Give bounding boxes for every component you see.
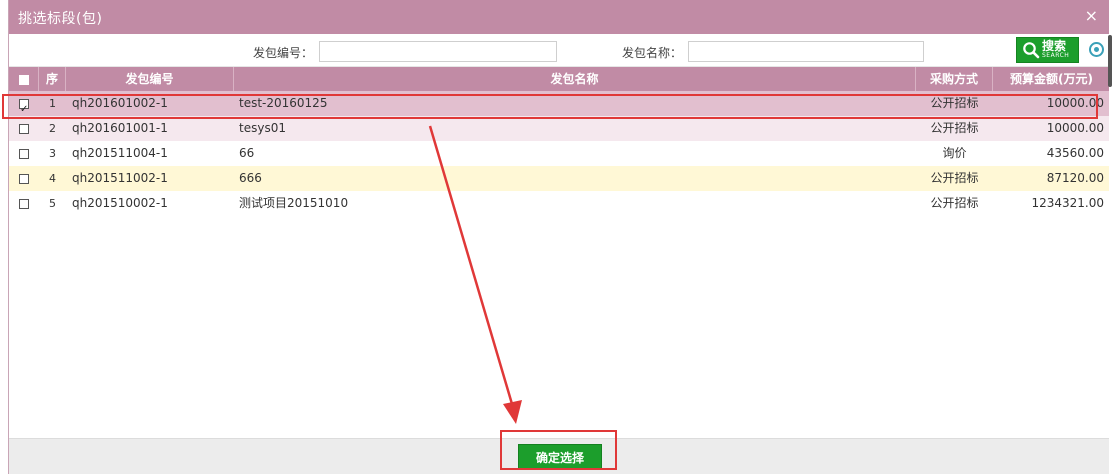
confirm-selection-button[interactable]: 确定选择 <box>518 444 602 470</box>
row-no: 2 <box>49 122 56 135</box>
row-method: 公开招标 <box>930 171 979 185</box>
grid-body: 1 qh201601002-1 test-20160125 公开招标 10000… <box>9 91 1109 216</box>
dialog-titlebar: 挑选标段(包) × <box>9 0 1109 34</box>
row-name: 66 <box>239 146 255 160</box>
row-method: 询价 <box>942 146 967 160</box>
row-code: qh201601002-1 <box>72 96 168 110</box>
package-name-input[interactable] <box>688 41 924 62</box>
row-checkbox-cell <box>19 91 33 122</box>
search-icon <box>1023 42 1040 59</box>
table-row[interactable]: 1 qh201601002-1 test-20160125 公开招标 10000… <box>9 91 1109 122</box>
row-checkbox-cell <box>19 141 33 166</box>
row-code: qh201510002-1 <box>72 196 168 210</box>
dialog-title: 挑选标段(包) <box>18 11 103 27</box>
table-row[interactable]: 2 qh201601001-1 tesys01 公开招标 10000.00 <box>9 116 1109 141</box>
scrollbar-handle[interactable] <box>1108 35 1112 87</box>
row-code: qh201511002-1 <box>72 171 168 185</box>
package-name-label: 发包名称： <box>622 46 683 60</box>
search-button-sublabel: SEARCH <box>1042 52 1070 59</box>
row-checkbox-cell <box>19 191 33 216</box>
row-code: qh201511004-1 <box>72 146 168 160</box>
row-checkbox[interactable] <box>19 173 29 184</box>
row-checkbox[interactable] <box>19 123 29 134</box>
col-header-method: 采购方式 <box>916 67 993 91</box>
col-header-amount: 预算金额(万元) <box>1010 72 1093 86</box>
col-header-code: 发包编号 <box>66 67 234 91</box>
select-all-cell <box>9 67 39 91</box>
locate-target-icon[interactable] <box>1089 42 1104 57</box>
row-amount: 10000.00 <box>1046 121 1104 135</box>
table-row[interactable]: 5 qh201510002-1 测试项目20151010 公开招标 123432… <box>9 191 1109 216</box>
row-amount: 87120.00 <box>1046 171 1104 185</box>
row-name: tesys01 <box>239 121 286 135</box>
row-no: 5 <box>49 197 56 210</box>
row-checkbox-cell <box>19 166 33 191</box>
close-icon[interactable]: × <box>1085 6 1098 26</box>
row-method: 公开招标 <box>930 121 979 135</box>
dialog-footer: 确定选择 <box>9 438 1109 474</box>
row-method: 公开招标 <box>930 196 979 210</box>
search-bar: 发包编号： 发包名称： 搜索 SEARCH <box>9 34 1109 67</box>
row-checkbox[interactable] <box>19 97 29 122</box>
row-code: qh201601001-1 <box>72 121 168 135</box>
package-code-input[interactable] <box>319 41 557 62</box>
row-amount: 43560.00 <box>1046 146 1104 160</box>
package-code-label: 发包编号： <box>253 46 314 60</box>
row-name: test-20160125 <box>239 96 328 110</box>
row-amount: 1234321.00 <box>1031 196 1104 210</box>
row-checkbox[interactable] <box>19 198 29 209</box>
select-all-checkbox[interactable] <box>18 74 29 85</box>
table-row[interactable]: 4 qh201511002-1 666 公开招标 87120.00 <box>9 166 1109 191</box>
row-no: 3 <box>49 147 56 160</box>
col-header-no: 序 <box>39 67 66 91</box>
row-method: 公开招标 <box>930 96 979 110</box>
row-checkbox-cell <box>19 116 33 141</box>
col-header-name: 发包名称 <box>234 67 916 91</box>
grid-header: 序 发包编号 发包名称 采购方式 预算金额(万元) <box>9 67 1109 91</box>
row-amount: 10000.00 <box>1046 96 1104 110</box>
row-name: 666 <box>239 171 262 185</box>
search-button[interactable]: 搜索 SEARCH <box>1016 37 1079 63</box>
table-row[interactable]: 3 qh201511004-1 66 询价 43560.00 <box>9 141 1109 166</box>
select-package-dialog: 挑选标段(包) × 发包编号： 发包名称： 搜索 SEARCH 序 发包编号 发… <box>8 0 1109 474</box>
row-checkbox[interactable] <box>19 148 29 159</box>
row-name: 测试项目20151010 <box>239 196 349 210</box>
row-no: 1 <box>49 97 56 110</box>
row-no: 4 <box>49 172 56 185</box>
